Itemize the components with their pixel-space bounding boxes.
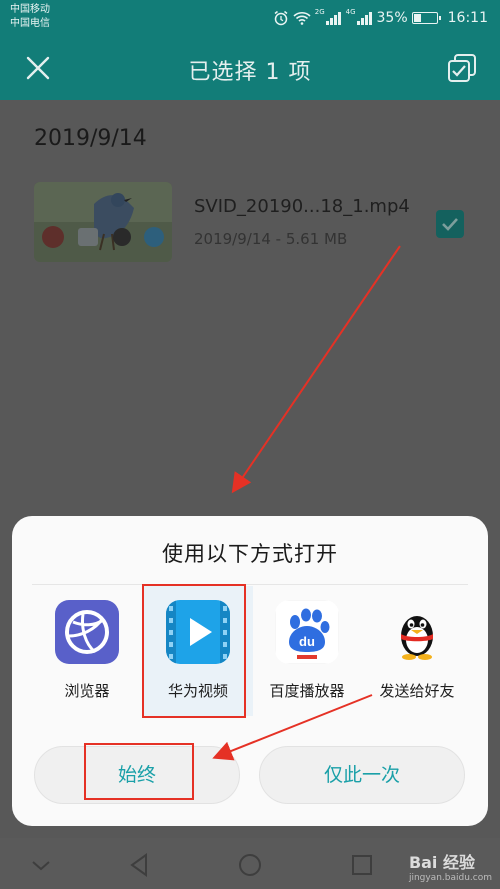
alarm-icon [274, 10, 288, 26]
carrier-1: 中国移动 [10, 4, 50, 15]
battery-icon [411, 12, 441, 24]
browser-icon [55, 600, 119, 664]
sheet-title: 使用以下方式打开 [162, 542, 338, 566]
file-name: SVID_20190...18_1.mp4 [194, 196, 410, 217]
baidu-jingyan-watermark: Bai 经验 jingyan.baidu.com [409, 849, 492, 883]
page-title: 已选择 1 项 [188, 60, 312, 85]
collapse-icon[interactable] [26, 850, 56, 880]
app-label: 浏览器 [64, 682, 110, 700]
back-icon[interactable] [124, 850, 154, 880]
title-bar: 已选择 1 项 [0, 36, 500, 100]
annotation-box-huawei-video [142, 584, 246, 718]
qq-icon [385, 600, 449, 664]
status-indicators: 2G 4G 35% 16:11 [273, 8, 488, 28]
signal-1-icon [325, 11, 342, 25]
battery-fill [413, 14, 421, 22]
status-bar: 中国移动 中国电信 2G 4G 35% 16:11 [0, 0, 500, 36]
battery-percent: 35% [376, 10, 408, 26]
file-checkbox[interactable] [436, 210, 464, 238]
annotation-box-always [84, 743, 194, 800]
bird-thumbnail-image [34, 182, 172, 262]
baidu-player-icon: du [275, 600, 339, 664]
app-option-browser[interactable]: 浏览器 [32, 586, 142, 716]
video-thumbnail [34, 182, 172, 262]
app-option-send-to-friend[interactable]: 发送给好友 [362, 586, 472, 716]
watermark-url: jingyan.baidu.com [408, 873, 492, 883]
wifi-icon [293, 12, 311, 25]
sim2-network-tag: 4G [345, 8, 356, 16]
select-all-icon[interactable] [446, 52, 478, 84]
sim1-network-tag: 2G [314, 8, 325, 16]
app-label: 发送给好友 [379, 682, 455, 700]
recents-icon[interactable] [347, 850, 377, 880]
file-meta: 2019/9/14 - 5.61 MB [194, 230, 348, 248]
carrier-2: 中国电信 [10, 18, 50, 29]
signal-2-icon [356, 11, 373, 25]
app-option-baidu-player[interactable]: du 百度播放器 [252, 586, 362, 716]
watermark-brand: Bai 经验 [408, 853, 475, 872]
clock: 16:11 [447, 10, 488, 26]
app-label: 百度播放器 [269, 682, 345, 700]
file-row[interactable]: SVID_20190...18_1.mp4 2019/9/14 - 5.61 M… [0, 180, 500, 266]
home-icon[interactable] [235, 850, 265, 880]
divider [32, 584, 468, 585]
just-once-button[interactable]: 仅此一次 [259, 746, 465, 804]
checkmark-icon [442, 218, 458, 231]
date-header: 2019/9/14 [34, 126, 147, 151]
svg-text:du: du [299, 634, 315, 649]
